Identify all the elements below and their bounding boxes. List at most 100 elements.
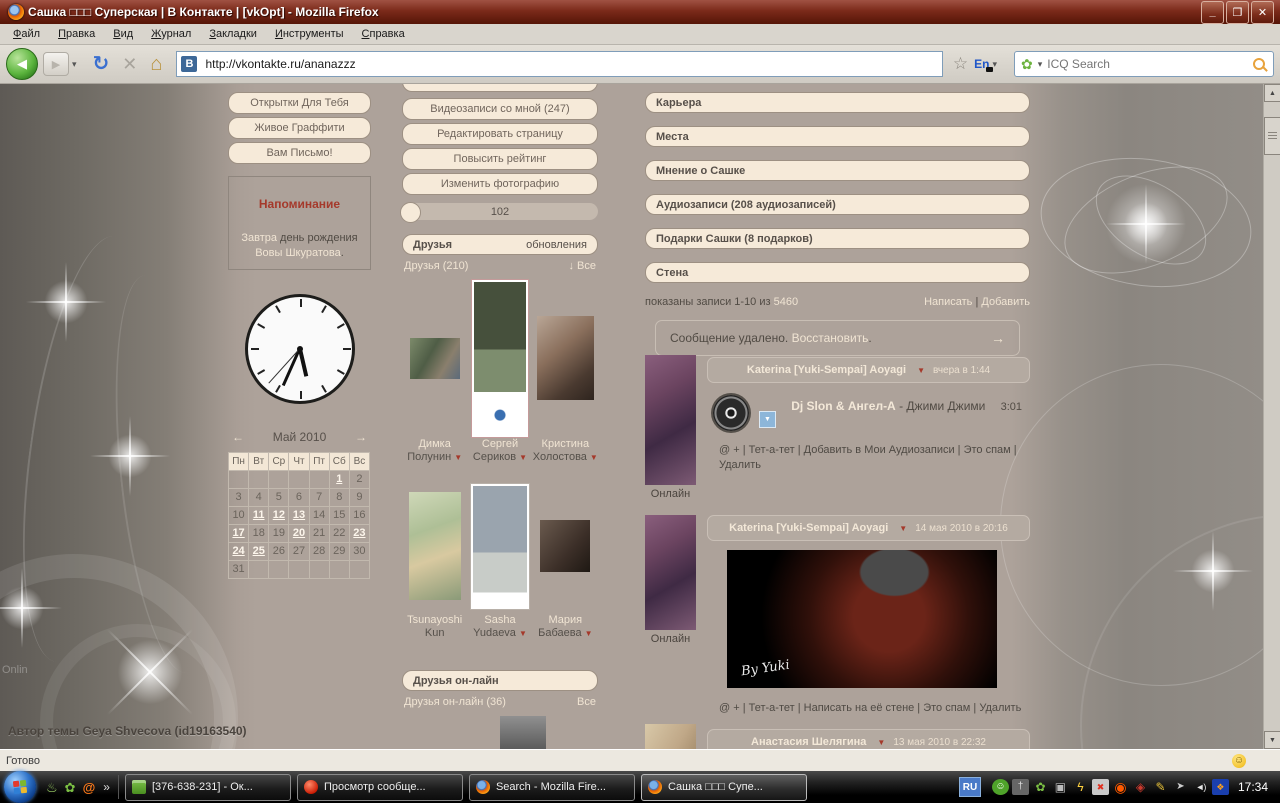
chevron-down-icon[interactable]: ▼ [519, 629, 527, 638]
download-master-icon[interactable]: ◉ [1112, 779, 1129, 795]
avatar[interactable] [645, 724, 696, 749]
chevron-down-icon[interactable]: ▼ [519, 453, 527, 462]
post-author-link[interactable]: Katerina [Yuki-Sempai] Aoyagi [729, 522, 888, 534]
friend-online-photo[interactable] [500, 716, 546, 749]
url-input[interactable] [203, 56, 938, 72]
menu-history[interactable]: Журнал [142, 26, 200, 42]
friend-last-name[interactable]: Полунин [407, 451, 451, 463]
friend-photo[interactable] [536, 316, 594, 400]
window-titlebar[interactable]: Сашка □□□ Суперская | В Контакте | [vkOp… [0, 0, 1280, 24]
calendar-day[interactable]: 4 [249, 489, 270, 507]
post-actions[interactable]: @ + | Тет-а-тет | Написать на её стене |… [707, 701, 1030, 716]
friend-last-name[interactable]: Yudaeva [473, 627, 516, 639]
scrollbar-thumb[interactable] [1264, 117, 1280, 155]
menu-help[interactable]: Справка [353, 26, 414, 42]
calendar-day[interactable]: 11 [249, 507, 270, 525]
rating-slider[interactable]: 102 [400, 202, 598, 223]
wall-add-link[interactable]: Добавить [981, 296, 1030, 308]
search-box[interactable]: ✿ ▾ [1014, 51, 1274, 77]
quicklaunch-overflow-icon[interactable]: » [103, 780, 110, 794]
slider-knob[interactable] [400, 202, 421, 223]
calendar-day[interactable]: 9 [349, 489, 370, 507]
chevron-down-icon[interactable]: ▼ [585, 629, 593, 638]
menu-view[interactable]: Вид [104, 26, 142, 42]
calendar-day[interactable]: 7 [309, 489, 330, 507]
calendar-day[interactable]: 10 [229, 507, 250, 525]
post-actions[interactable]: @ + | Тет-а-тет | Добавить в Мои Аудиоза… [707, 443, 1030, 473]
audio-artist-link[interactable]: Dj Slon & Ангел-А [791, 399, 896, 413]
qip-drink-icon[interactable]: ♨ [46, 781, 58, 794]
chevron-down-icon[interactable]: ▼ [454, 453, 462, 462]
calendar-day[interactable]: 1 [329, 471, 350, 489]
section-places[interactable]: Места [645, 126, 1030, 147]
taskbar-clock[interactable]: 17:34 [1238, 780, 1268, 794]
friend-first-name[interactable]: Sasha [467, 614, 532, 627]
avatar[interactable] [645, 355, 696, 485]
friend-first-name[interactable]: Сергей [467, 438, 532, 451]
calendar-day[interactable]: 29 [329, 543, 350, 561]
screenshot-icon[interactable]: ▣ [1052, 779, 1069, 795]
friend-photo[interactable] [473, 281, 526, 435]
network-icon[interactable]: ❖ [1211, 779, 1229, 795]
calendar-day[interactable]: 12 [269, 507, 290, 525]
calendar-day[interactable]: 30 [349, 543, 370, 561]
minimize-button[interactable]: _ [1201, 0, 1224, 24]
icq-flower-icon[interactable]: ✿ [1021, 56, 1033, 73]
wall-write-link[interactable]: Написать [924, 296, 972, 308]
calendar-day[interactable]: 16 [349, 507, 370, 525]
chevron-down-icon[interactable]: ▼ [917, 366, 925, 375]
history-dropdown-icon[interactable]: ▾ [72, 59, 77, 70]
scroll-up-icon[interactable]: ▲ [1264, 84, 1280, 102]
scroll-down-icon[interactable]: ▼ [1264, 731, 1280, 749]
icq-flower-icon[interactable]: ✿ [65, 781, 76, 794]
section-gifts[interactable]: Подарки Сашки (8 подарков) [645, 228, 1030, 249]
post-image[interactable]: By Yuki [727, 550, 997, 688]
edit-page-button[interactable]: Редактировать страницу [402, 123, 598, 145]
friend-first-name[interactable]: Мария [533, 614, 598, 627]
search-engine-dropdown-icon[interactable]: ▾ [1038, 59, 1043, 70]
clipped-button[interactable] [402, 84, 598, 92]
reminder-date-link[interactable]: Завтра [241, 232, 277, 244]
calendar-day[interactable]: 26 [269, 543, 290, 561]
calendar-day[interactable]: 13 [289, 507, 310, 525]
friend-first-name[interactable]: Кристина [533, 438, 598, 451]
chevron-down-icon[interactable]: ▼ [899, 524, 907, 533]
friend-photo[interactable] [540, 520, 591, 572]
maximize-button[interactable]: ❐ [1226, 0, 1249, 24]
change-photo-button[interactable]: Изменить фотографию [402, 173, 598, 195]
videos-button[interactable]: Видеозаписи со мной (247) [402, 98, 598, 120]
reminder-person-link[interactable]: Вовы Шкуратова [255, 247, 341, 259]
download-icon[interactable]: ▼ [759, 411, 776, 428]
address-bar[interactable]: B [176, 51, 943, 77]
calendar-day[interactable]: 23 [349, 525, 370, 543]
calendar-day[interactable]: 3 [229, 489, 250, 507]
raise-rating-button[interactable]: Повысить рейтинг [402, 148, 598, 170]
letter-button[interactable]: Вам Письмо! [228, 142, 371, 164]
calendar-day[interactable]: 15 [329, 507, 350, 525]
calendar-day[interactable]: 18 [249, 525, 270, 543]
chevron-down-icon[interactable]: ▼ [590, 453, 598, 462]
friend-first-name[interactable]: Tsunayoshi [402, 614, 467, 627]
calendar-day[interactable]: 19 [269, 525, 290, 543]
calendar-day[interactable]: 14 [309, 507, 330, 525]
calendar-day[interactable]: 8 [329, 489, 350, 507]
menu-edit[interactable]: Правка [49, 26, 104, 42]
close-button[interactable]: ✕ [1251, 0, 1274, 24]
graffiti-button[interactable]: Живое Граффити [228, 117, 371, 139]
postcards-button[interactable]: Открытки Для Тебя [228, 92, 371, 114]
section-audio[interactable]: Аудиозаписи (208 аудиозаписей) [645, 194, 1030, 215]
task-button-icq-number[interactable]: [376-638-231] - Ок... [124, 773, 291, 801]
calendar-day[interactable]: 17 [229, 525, 250, 543]
friend-last-name[interactable]: Сериков [473, 451, 516, 463]
reload-icon[interactable]: ↻ [93, 54, 110, 74]
task-button-message-viewer[interactable]: Просмотр сообще... [296, 773, 463, 801]
forward-button[interactable]: ▶ [43, 52, 69, 76]
search-icon[interactable] [1253, 58, 1265, 70]
icq-icon[interactable]: ✿ [1032, 779, 1049, 795]
volume-icon[interactable]: ◄) [1192, 779, 1209, 795]
post-author-link[interactable]: Анастасия Шелягина [751, 736, 866, 748]
calendar-day[interactable]: 22 [329, 525, 350, 543]
friends-count-link[interactable]: Друзья (210) [404, 260, 468, 272]
search-input[interactable] [1045, 56, 1253, 72]
play-icon[interactable] [713, 395, 749, 431]
